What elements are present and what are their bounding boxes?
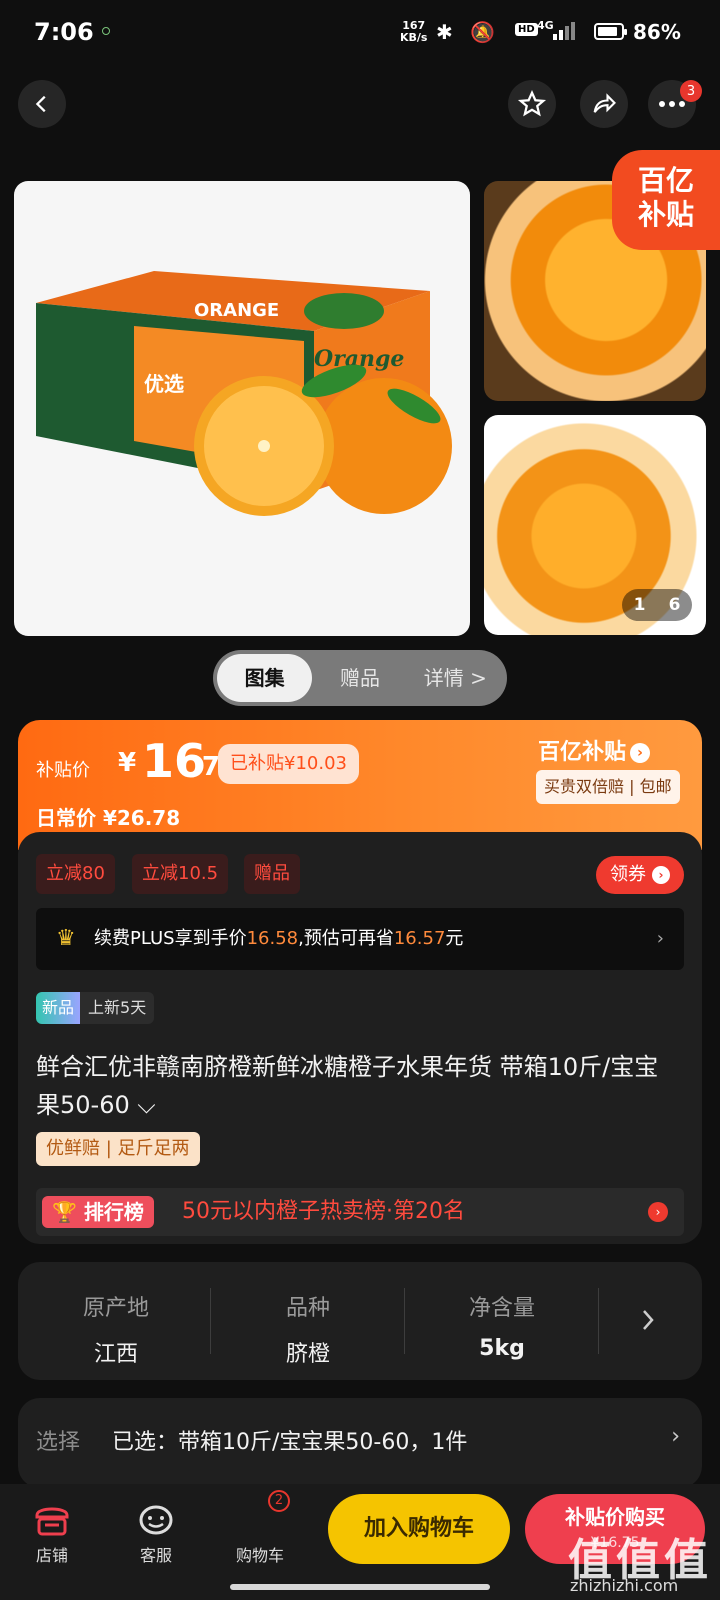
status-bar: 7:06 167 KB/s ✱ 🔕 HD 4G 86%: [0, 0, 720, 70]
share-icon: [593, 93, 616, 113]
chevron-right-icon: ›: [656, 928, 664, 949]
product-main-image[interactable]: ORANGE 优选 Orange: [14, 181, 470, 636]
spec-weight: 净含量 5kg: [468, 1296, 535, 1361]
tab-gallery[interactable]: 图集: [217, 654, 313, 702]
shop-icon: [35, 1507, 69, 1536]
tab-details[interactable]: 详情 >: [408, 654, 503, 702]
more-icon: [659, 101, 685, 107]
battery-icon: [594, 23, 627, 40]
selection-row[interactable]: 选择 已选：带箱10斤/宝宝果50-60，1件 ›: [18, 1398, 702, 1488]
favorite-button[interactable]: [508, 80, 556, 128]
spec-variety: 品种 脐橙: [285, 1296, 330, 1367]
box-label-top: ORANGE: [194, 300, 279, 321]
plus-banner[interactable]: ♛ 续费PLUS享到手价16.58,预估可再省16.57元 ›: [36, 908, 684, 970]
chat-face-icon: [139, 1505, 173, 1535]
brand-link[interactable]: 百亿补贴 ›: [538, 734, 651, 766]
mute-icon: 🔕: [470, 20, 495, 44]
discount-chip[interactable]: 立减80: [36, 854, 115, 894]
star-icon: [517, 90, 547, 117]
hd-icon: HD: [515, 23, 538, 36]
net-speed: 167 KB/s: [400, 19, 428, 44]
gallery-tabs: 图集 赠品 详情 >: [213, 650, 507, 706]
divider: [598, 1288, 599, 1354]
new-badge: 新品 上新5天: [36, 992, 155, 1024]
customer-service-button[interactable]: 客服: [116, 1498, 196, 1566]
price-label: 补贴价: [36, 760, 90, 781]
yibutie-badge: 百亿 补贴: [612, 150, 720, 250]
price-currency: ¥: [118, 748, 137, 778]
chevron-right-icon: ›: [671, 1424, 680, 1449]
cart-badge: 2: [268, 1490, 290, 1512]
product-title[interactable]: 鲜合汇优非赣南脐橙新鲜冰糖橙子水果年货 带箱10斤/宝宝果50-60 ⌵: [36, 1048, 676, 1124]
orange-box-image: ORANGE 优选 Orange: [36, 271, 452, 516]
bluetooth-icon: ✱: [436, 20, 453, 44]
signal-label: 4G: [537, 19, 554, 32]
selection-value: 已选：带箱10斤/宝宝果50-60，1件: [112, 1430, 468, 1455]
regular-price: 日常价 ¥26.78: [36, 806, 181, 830]
product-info-card: 立减80 立减10.5 赠品 领券 › ♛ 续费PLUS享到手价16.58,预估可…: [18, 832, 702, 1244]
tab-gifts[interactable]: 赠品: [312, 654, 407, 702]
box-label-cn: 优选: [144, 372, 184, 396]
cart-button[interactable]: 购物车: [220, 1498, 300, 1566]
feature-tags: 优鲜赔 | 足斤足两: [36, 1132, 200, 1166]
discount-chip[interactable]: 立减10.5: [132, 854, 229, 894]
get-coupon-button[interactable]: 领券 ›: [596, 856, 684, 894]
brand-tags: 买贵双倍赔 | 包邮: [536, 770, 680, 804]
specs-card[interactable]: 原产地 江西 品种 脐橙 净含量 5kg: [18, 1262, 702, 1380]
ranking-badge: 🏆 排行榜: [42, 1196, 154, 1228]
back-button[interactable]: [18, 80, 66, 128]
battery-percent: 86%: [633, 20, 681, 44]
chevron-right-icon: [643, 1310, 654, 1330]
add-to-cart-button[interactable]: 加入购物车: [328, 1494, 510, 1564]
spec-origin: 原产地 江西: [82, 1296, 149, 1367]
status-indicator-icon: [102, 27, 110, 35]
gift-chip[interactable]: 赠品: [244, 854, 300, 894]
watermark-url: zhizhizhi.com: [570, 1576, 679, 1595]
chevron-right-icon: ›: [652, 866, 670, 884]
shop-button[interactable]: 店铺: [12, 1498, 92, 1566]
image-counter: 16: [622, 589, 692, 621]
share-button[interactable]: [580, 80, 628, 128]
crown-icon: ♛: [56, 926, 76, 951]
price-banner: 补贴价 ¥ 16 .75 已补贴¥10.03 日常价 ¥26.78 百亿补贴 › …: [18, 720, 702, 850]
chevron-right-icon: ›: [630, 743, 651, 763]
home-indicator[interactable]: [230, 1584, 490, 1590]
more-badge: 3: [680, 80, 702, 102]
signal-icon: [553, 22, 577, 40]
selection-label: 选择: [36, 1430, 81, 1455]
chevron-right-icon: ›: [648, 1202, 668, 1222]
chevron-left-icon: [35, 95, 46, 113]
subsidy-amount: 已补贴¥10.03: [218, 744, 359, 784]
status-time: 7:06: [34, 18, 94, 46]
ranking-text: 50元以内橙子热卖榜·第20名: [182, 1199, 465, 1224]
ranking-bar[interactable]: 🏆 排行榜 50元以内橙子热卖榜·第20名 ›: [36, 1188, 684, 1236]
